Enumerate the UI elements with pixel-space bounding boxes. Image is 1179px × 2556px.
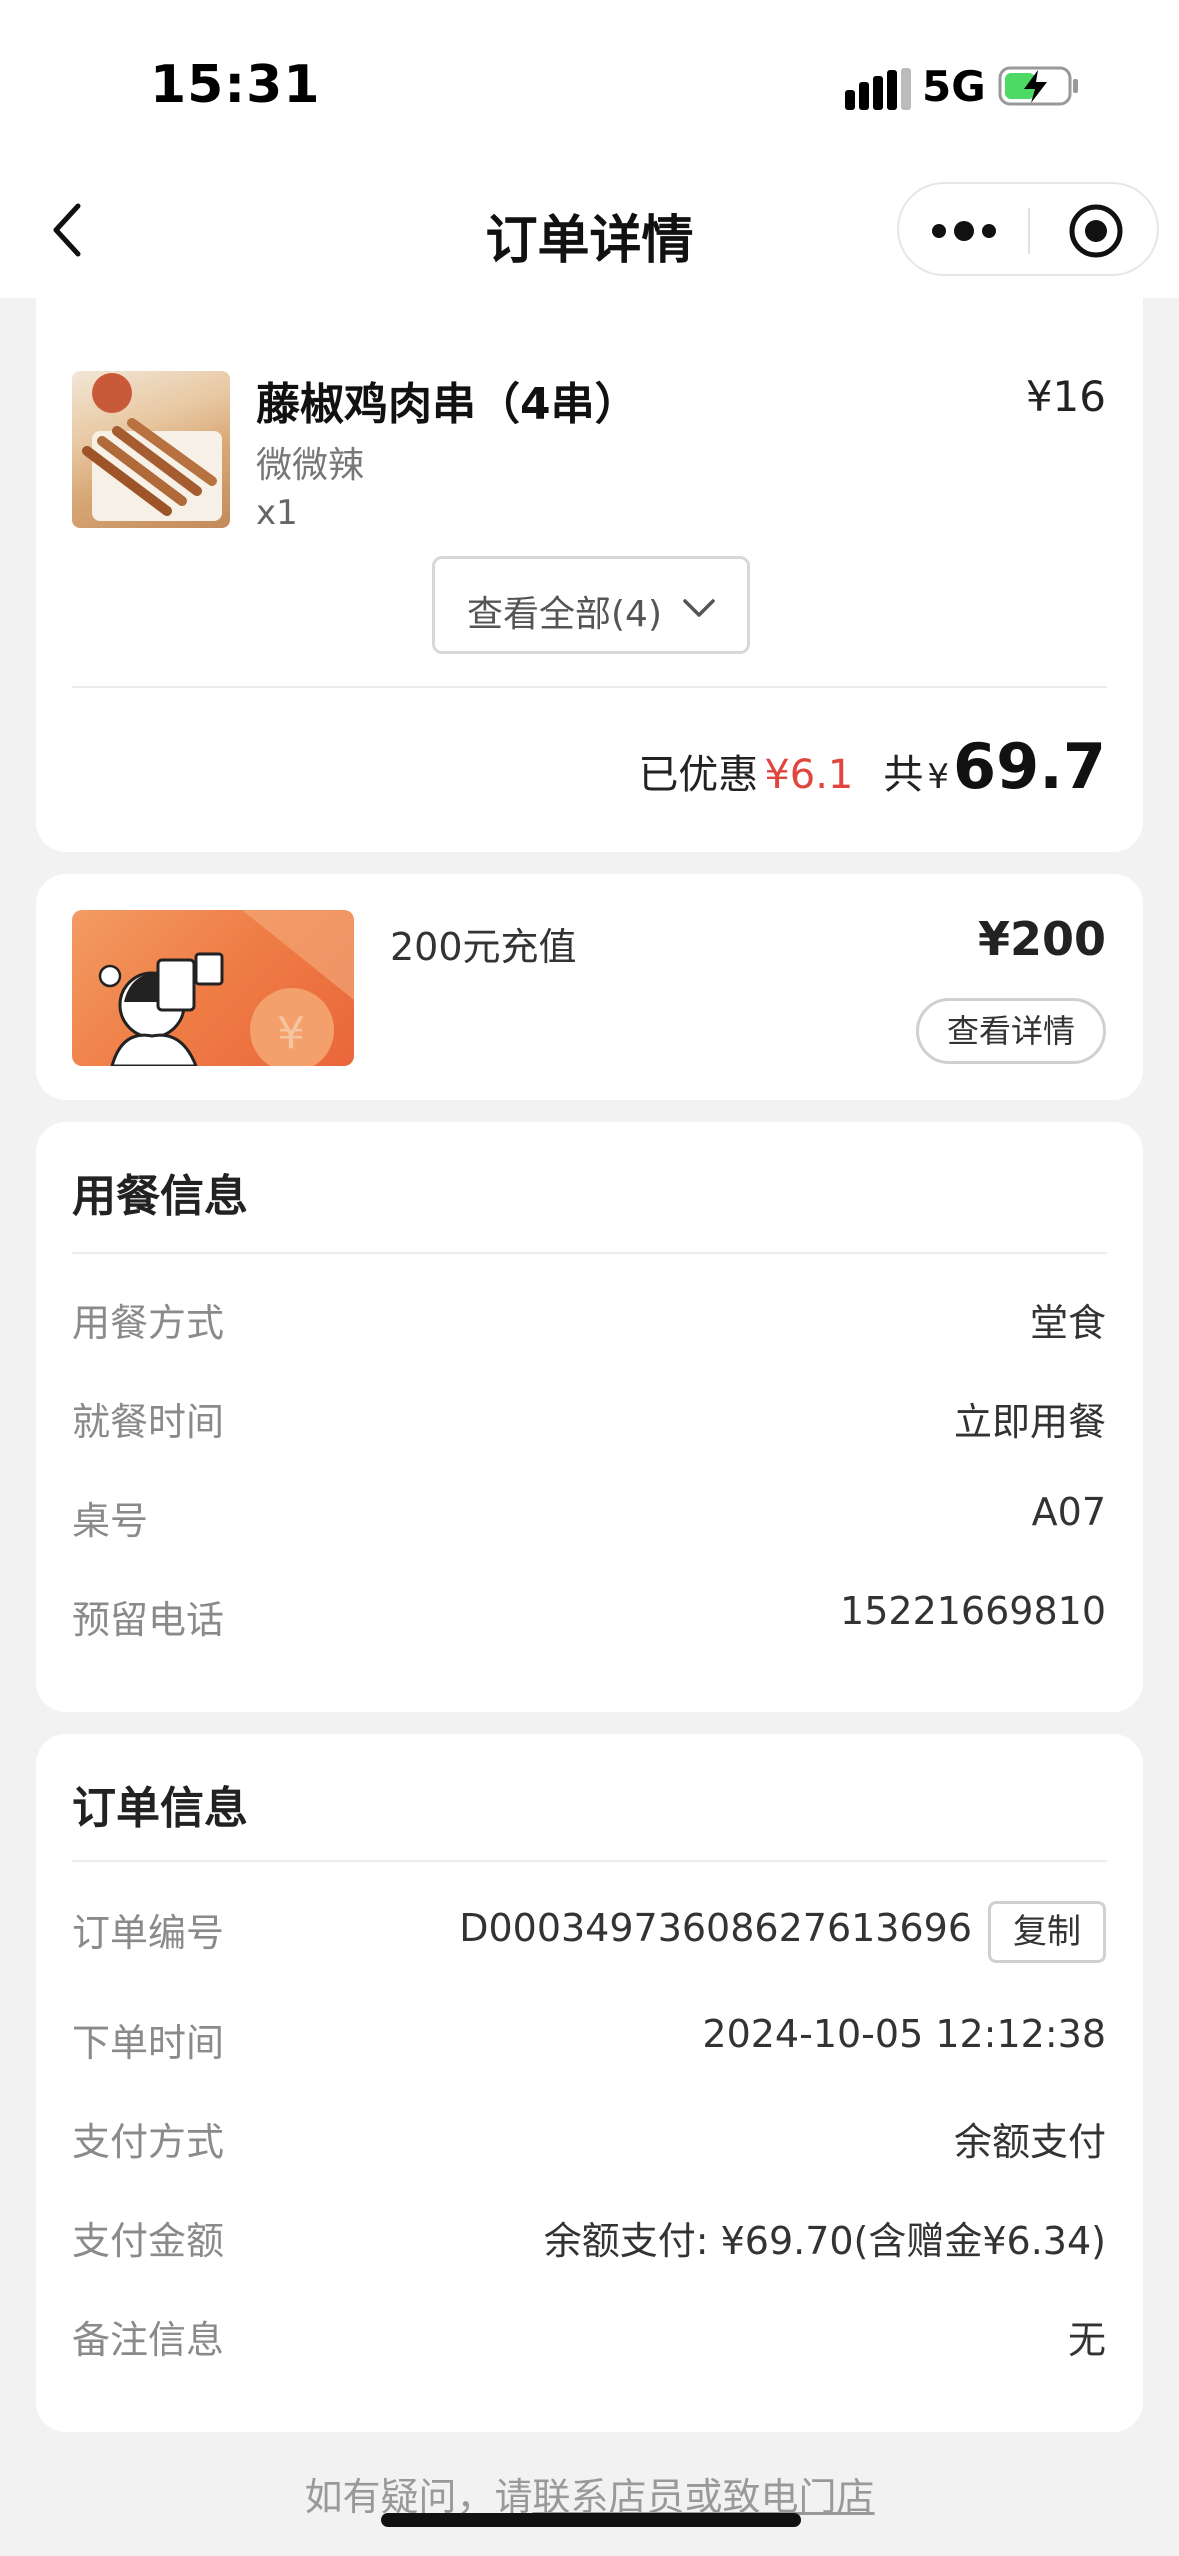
dine-method-value: 堂食 <box>1029 1301 1106 1345</box>
view-all-label: 查看全部(4) <box>467 594 662 635</box>
more-icon[interactable] <box>929 214 999 248</box>
order-time-label: 下单时间 <box>72 2021 225 2065</box>
item-quantity: x1 <box>256 493 298 533</box>
recharge-image: ¥ <box>72 910 354 1066</box>
order-summary: 已优惠 ¥6.1 共 ¥69.7 <box>638 730 1106 810</box>
view-details-button[interactable]: 查看详情 <box>916 998 1106 1064</box>
recharge-title: 200元充值 <box>390 925 577 969</box>
mini-program-capsule <box>897 182 1159 276</box>
section-title: 用餐信息 <box>72 1171 248 1222</box>
nav-bar: 订单详情 <box>0 160 1179 298</box>
view-all-button[interactable]: 查看全部(4) <box>432 556 750 654</box>
dine-time-value: 立即用餐 <box>953 1400 1106 1444</box>
order-number-value: D00034973608627613696 <box>459 1906 972 1950</box>
divider <box>72 1252 1107 1254</box>
total-currency: ¥ <box>927 757 950 797</box>
copy-button[interactable]: 复制 <box>988 1901 1106 1963</box>
svg-text:¥: ¥ <box>277 1008 305 1059</box>
phone-value: 15221669810 <box>840 1589 1106 1633</box>
payment-method-label: 支付方式 <box>72 2120 225 2164</box>
section-title: 订单信息 <box>72 1783 248 1834</box>
table-number-label: 桌号 <box>72 1499 149 1543</box>
battery-icon <box>998 66 1078 106</box>
signal-icon <box>845 68 911 110</box>
divider <box>72 1860 1107 1862</box>
chevron-down-icon <box>683 599 715 617</box>
remarks-label: 备注信息 <box>72 2318 225 2362</box>
recharge-card: ¥ 200元充值 ¥200 查看详情 <box>36 874 1143 1100</box>
payment-amount-label: 支付金额 <box>72 2219 225 2263</box>
payment-method-value: 余额支付 <box>953 2120 1106 2164</box>
discount-label: 已优惠 <box>638 752 759 798</box>
divider <box>72 686 1107 688</box>
target-icon[interactable] <box>1067 202 1125 260</box>
dine-info-card: 用餐信息 用餐方式 堂食 就餐时间 立即用餐 桌号 A07 预留电话 15221… <box>36 1122 1143 1712</box>
status-time: 15:31 <box>150 55 321 115</box>
capsule-divider <box>1028 208 1030 254</box>
dine-method-label: 用餐方式 <box>72 1301 225 1345</box>
remarks-value: 无 <box>1067 2318 1106 2362</box>
item-spec: 微微辣 <box>256 445 365 486</box>
item-price: ¥16 <box>1025 372 1106 421</box>
payment-amount-value: 余额支付: ¥69.70(含赠金¥6.34) <box>543 2219 1106 2263</box>
discount-value: ¥6.1 <box>764 752 854 798</box>
total-value: 69.7 <box>953 730 1106 803</box>
order-number-label: 订单编号 <box>72 1911 225 1955</box>
home-indicator <box>381 2513 801 2527</box>
item-name: 藤椒鸡肉串（4串） <box>256 379 639 430</box>
network-label: 5G <box>922 62 986 111</box>
total-label: 共 <box>883 752 924 798</box>
recharge-price: ¥200 <box>977 912 1106 966</box>
phone-label: 预留电话 <box>72 1598 225 1642</box>
dine-time-label: 就餐时间 <box>72 1400 225 1444</box>
status-bar: 15:31 5G <box>0 0 1179 160</box>
table-number-value: A07 <box>1031 1490 1106 1534</box>
item-thumbnail <box>72 371 230 528</box>
order-info-card: 订单信息 订单编号 D00034973608627613696 复制 下单时间 … <box>36 1734 1143 2432</box>
order-time-value: 2024-10-05 12:12:38 <box>702 2012 1106 2056</box>
